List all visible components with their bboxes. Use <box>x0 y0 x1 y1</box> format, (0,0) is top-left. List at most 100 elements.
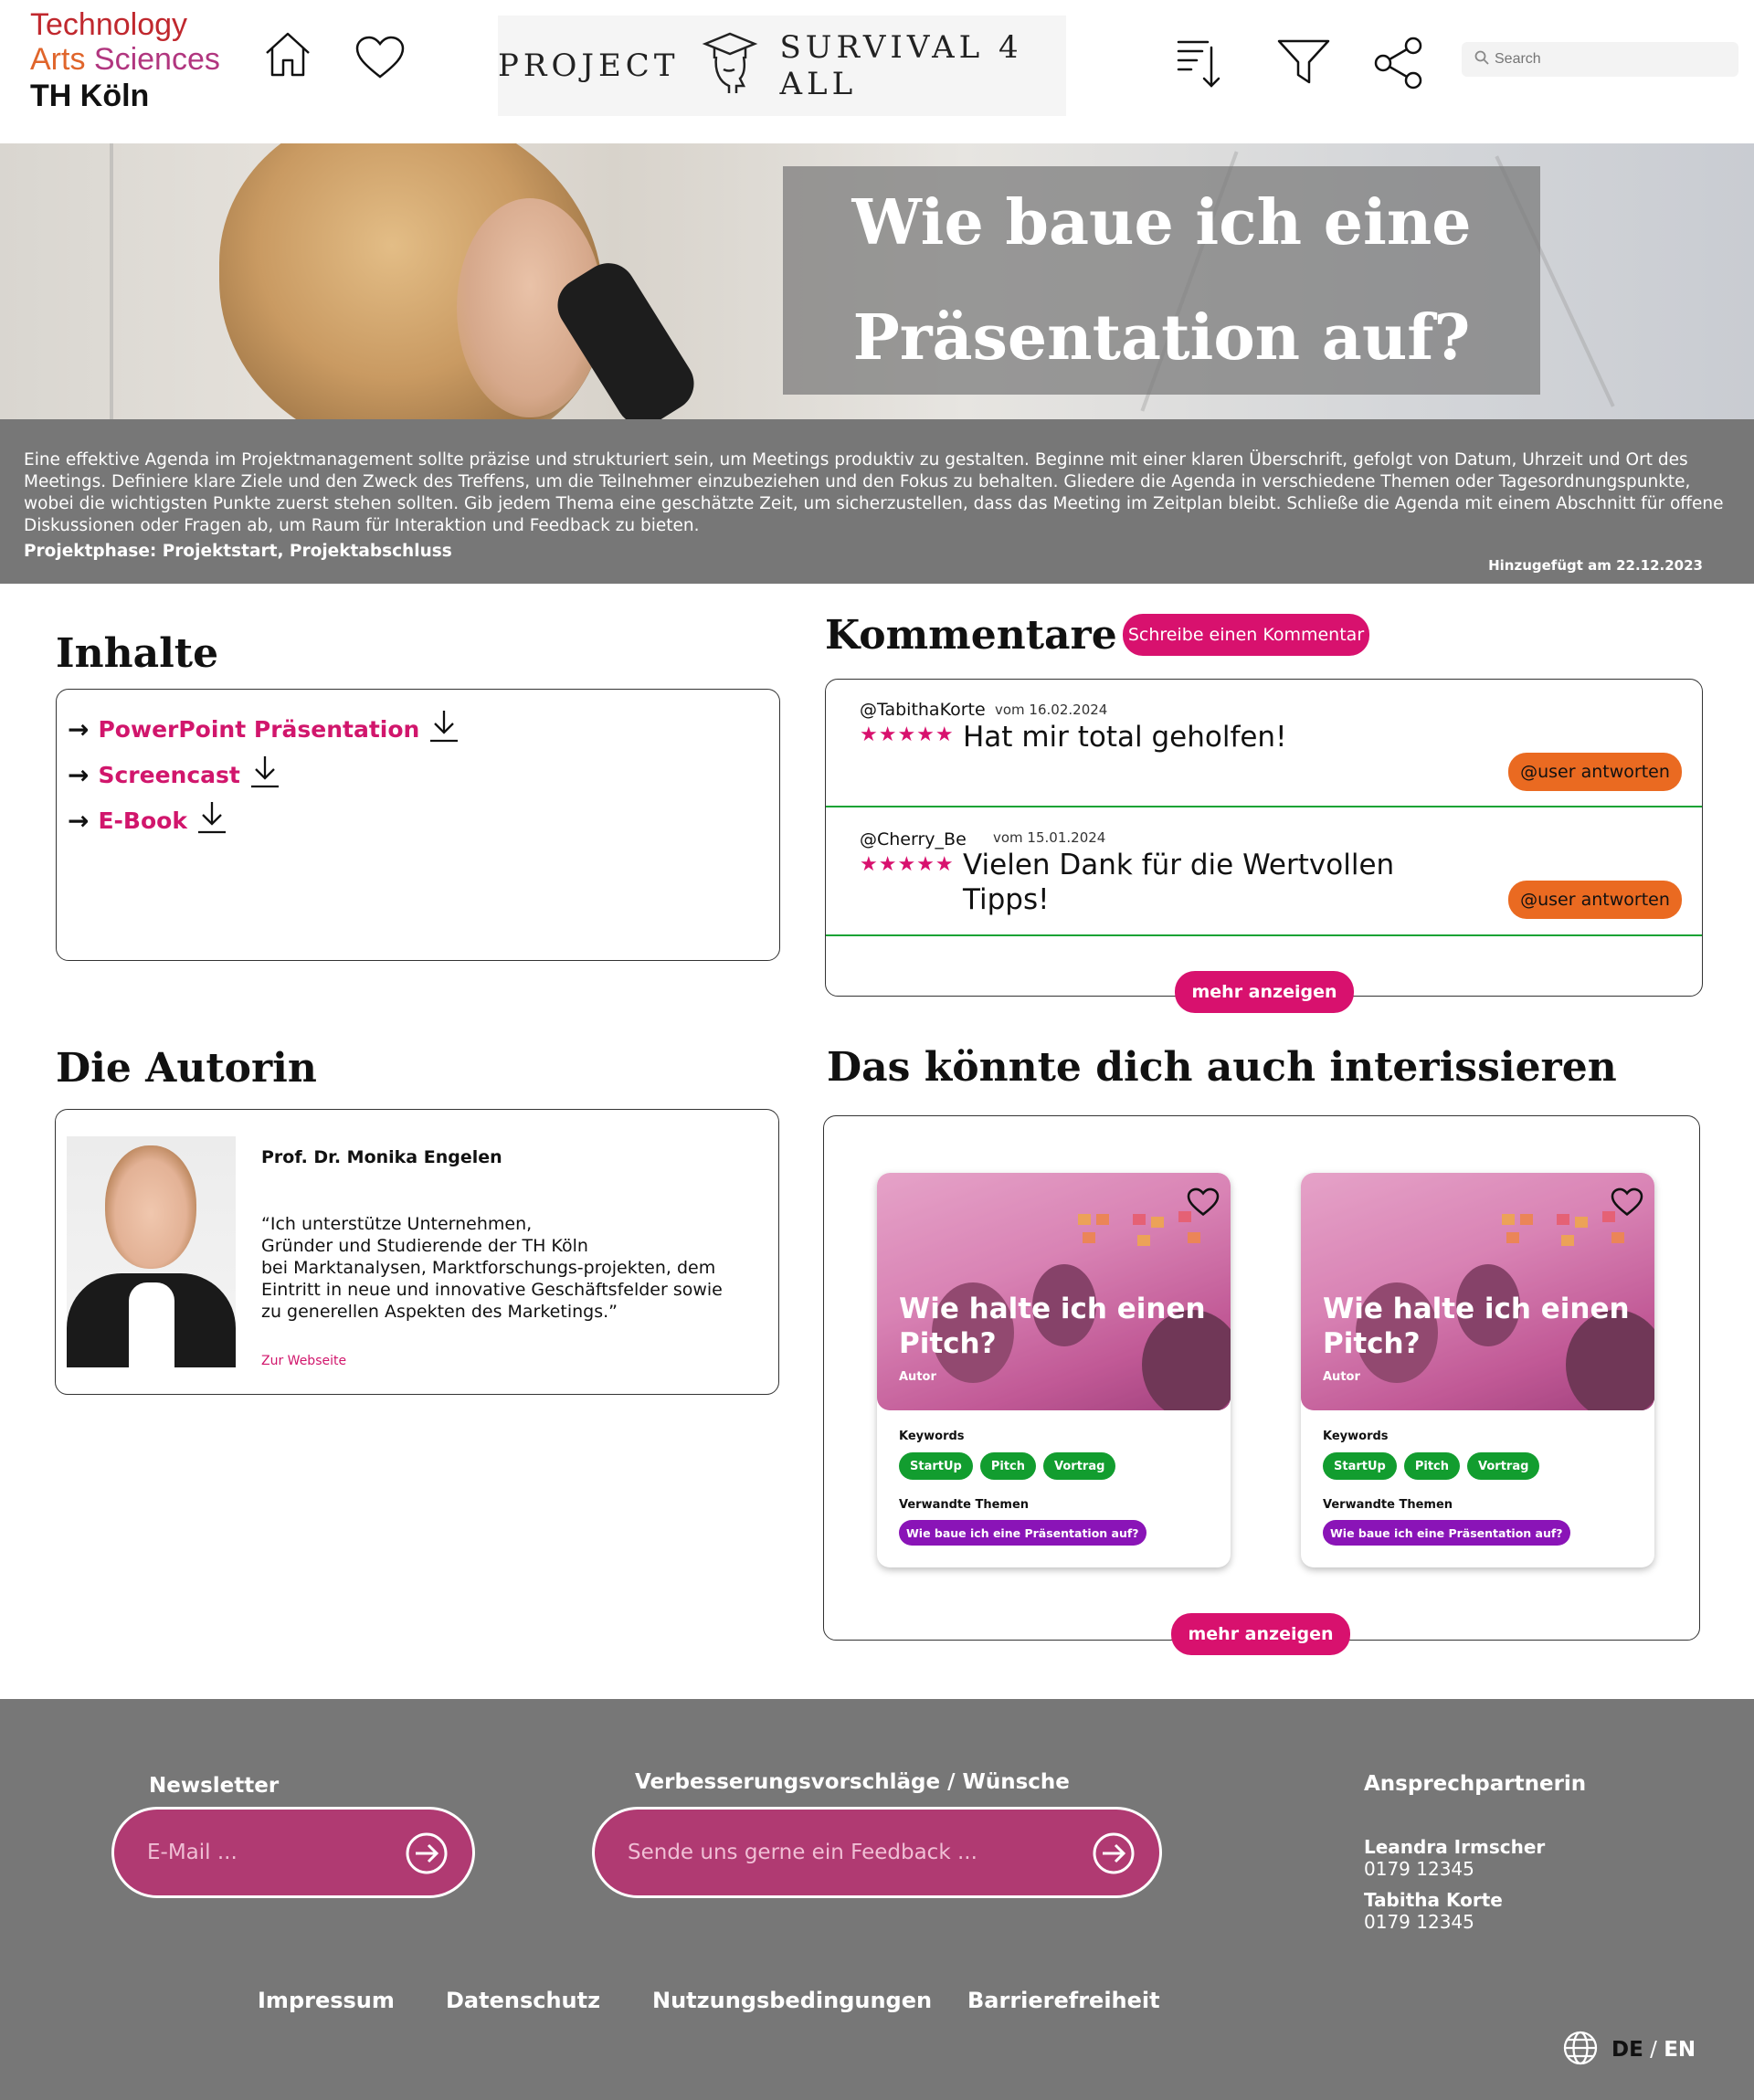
contact-label: Ansprechpartnerin <box>1364 1772 1587 1796</box>
contact-person: Leandra Irmscher 0179 12345 <box>1364 1836 1545 1880</box>
th-koeln-logo[interactable]: Technology Arts Sciences TH Köln <box>30 7 220 113</box>
favorite-heart-icon[interactable] <box>1611 1187 1643 1220</box>
comment-item: @Cherry_Be vom 15.01.2024 ★★★★★ Vielen D… <box>826 807 1702 936</box>
footer-link-barrierefreiheit[interactable]: Barrierefreiheit <box>967 1988 1160 2013</box>
language-switcher[interactable]: DE / EN <box>1562 2030 1696 2070</box>
project-phase: Projektphase: Projektstart, Projektabsch… <box>24 542 452 561</box>
contact-name: Tabitha Korte <box>1364 1889 1503 1911</box>
author-quote: “Ich unterstütze Unternehmen, Gründer un… <box>261 1213 755 1323</box>
comment-text: Vielen Dank für die Wertvollen Tipps! <box>963 849 1395 916</box>
description-text: Eine effektive Agenda im Projektmanageme… <box>24 450 1724 535</box>
quote-line: Gründer und Studierende der TH Köln <box>261 1236 588 1256</box>
keywords-label: Keywords <box>899 1430 965 1443</box>
lang-de[interactable]: DE <box>1611 2038 1643 2062</box>
feedback-label: Verbesserungsvorschläge / Wünsche <box>635 1770 1070 1794</box>
comment-user[interactable]: @TabithaKorte <box>860 700 986 720</box>
contact-phone[interactable]: 0179 12345 <box>1364 1858 1545 1880</box>
card-author: Autor <box>899 1370 936 1384</box>
footer-link-nutzungsbedingungen[interactable]: Nutzungsbedingungen <box>652 1988 932 2013</box>
author-website-link[interactable]: Zur Webseite <box>261 1354 346 1368</box>
project-brand[interactable]: PROJECT SURVIVAL 4 ALL <box>498 16 1066 116</box>
submit-arrow-icon[interactable] <box>1092 1831 1136 1879</box>
arrow-right-icon: → <box>68 805 90 836</box>
card-title: Wie halte ich einen Pitch? <box>899 1293 1206 1360</box>
footer-link-impressum[interactable]: Impressum <box>258 1988 395 2013</box>
home-icon[interactable] <box>263 29 312 82</box>
search-bar[interactable] <box>1462 42 1738 77</box>
download-screencast[interactable]: → Screencast <box>68 752 779 797</box>
hero-title-box: Wie baue ich eine Präsentation auf? <box>783 166 1540 395</box>
submit-arrow-icon[interactable] <box>405 1831 449 1879</box>
star-rating: ★★★★★ <box>860 723 955 746</box>
contact-phone[interactable]: 0179 12345 <box>1364 1911 1503 1933</box>
contact-person: Tabitha Korte 0179 12345 <box>1364 1889 1503 1933</box>
filter-icon[interactable] <box>1277 38 1330 90</box>
reply-button[interactable]: @user antworten <box>1508 881 1682 919</box>
keyword-tag[interactable]: StartUp <box>1323 1452 1397 1480</box>
comments-more-button[interactable]: mehr anzeigen <box>1175 971 1354 1013</box>
kommentare-heading: Kommentare <box>825 612 1117 659</box>
related-label: Verwandte Themen <box>1323 1498 1453 1512</box>
share-icon[interactable] <box>1372 37 1427 93</box>
newsletter-field[interactable] <box>111 1807 475 1898</box>
keyword-tags: StartUp Pitch Vortrag <box>1323 1452 1540 1480</box>
related-topic-tag[interactable]: Wie baue ich eine Präsentation auf? <box>1323 1520 1570 1546</box>
keyword-tag[interactable]: Pitch <box>979 1452 1037 1480</box>
card-title: Wie halte ich einen Pitch? <box>1323 1293 1630 1360</box>
sort-icon[interactable] <box>1177 38 1226 93</box>
contact-name: Leandra Irmscher <box>1364 1836 1546 1858</box>
lang-separator: / <box>1643 2038 1664 2062</box>
logo-arts: Arts <box>30 42 86 77</box>
search-input[interactable] <box>1495 51 1723 68</box>
keyword-tag[interactable]: Vortrag <box>1043 1452 1116 1480</box>
lang-en[interactable]: EN <box>1664 2038 1696 2062</box>
graduate-head-icon <box>702 29 758 103</box>
download-icon[interactable] <box>249 755 280 795</box>
newsletter-email-input[interactable] <box>147 1841 375 1864</box>
globe-icon <box>1562 2030 1599 2070</box>
comment-text: Hat mir total geholfen! <box>963 721 1287 754</box>
download-ebook[interactable]: → E-Book <box>68 797 779 843</box>
feedback-input[interactable] <box>628 1841 1000 1864</box>
keywords-label: Keywords <box>1323 1430 1389 1443</box>
reply-button[interactable]: @user antworten <box>1508 753 1682 791</box>
card-author: Autor <box>1323 1370 1360 1384</box>
download-icon[interactable] <box>196 800 227 840</box>
write-comment-button[interactable]: Schreibe einen Kommentar <box>1123 614 1369 656</box>
search-icon <box>1474 50 1489 69</box>
download-label: E-Book <box>98 807 187 834</box>
keyword-tag[interactable]: Vortrag <box>1467 1452 1540 1480</box>
star-rating: ★★★★★ <box>860 853 955 876</box>
recommendation-card[interactable]: Wie halte ich einen Pitch? Autor Keyword… <box>1301 1173 1654 1567</box>
related-topic-tag[interactable]: Wie baue ich eine Präsentation auf? <box>899 1520 1146 1546</box>
logo-sciences: Sciences <box>93 42 220 77</box>
brand-left: PROJECT <box>498 47 680 84</box>
keyword-tag[interactable]: Pitch <box>1403 1452 1461 1480</box>
download-label: Screencast <box>98 761 240 788</box>
related-label: Verwandte Themen <box>899 1498 1030 1512</box>
added-date: Hinzugefügt am 22.12.2023 <box>1488 557 1703 574</box>
keyword-tags: StartUp Pitch Vortrag <box>899 1452 1116 1480</box>
page-title: Wie baue ich eine Präsentation auf? <box>851 186 1472 375</box>
site-header: Technology Arts Sciences TH Köln PROJECT… <box>0 0 1754 143</box>
download-icon[interactable] <box>428 709 460 749</box>
recommendations-more-button[interactable]: mehr anzeigen <box>1171 1613 1350 1655</box>
comment-item: @TabithaKorte vom 16.02.2024 ★★★★★ Hat m… <box>826 680 1702 807</box>
keyword-tag[interactable]: StartUp <box>899 1452 973 1480</box>
author-photo <box>67 1136 236 1367</box>
quote-line: zu generellen Aspekten des Marketings.” <box>261 1302 618 1322</box>
download-powerpoint[interactable]: → PowerPoint Präsentation <box>68 706 779 752</box>
newsletter-label: Newsletter <box>149 1774 280 1798</box>
arrow-right-icon: → <box>68 759 90 790</box>
heart-icon[interactable] <box>354 35 406 84</box>
feedback-field[interactable] <box>592 1807 1162 1898</box>
inhalte-card: → PowerPoint Präsentation → Screencast →… <box>56 689 780 961</box>
favorite-heart-icon[interactable] <box>1187 1187 1220 1220</box>
footer-link-datenschutz[interactable]: Datenschutz <box>446 1988 600 2013</box>
logo-technology: Technology <box>30 7 188 42</box>
site-footer: Newsletter Verbesserungsvorschläge / Wün… <box>0 1699 1754 2100</box>
download-label: PowerPoint Präsentation <box>98 715 420 743</box>
recommendation-card[interactable]: Wie halte ich einen Pitch? Autor Keyword… <box>877 1173 1231 1567</box>
comment-user[interactable]: @Cherry_Be <box>860 829 967 849</box>
recommendations-heading: Das könnte dich auch interissieren <box>827 1044 1617 1091</box>
